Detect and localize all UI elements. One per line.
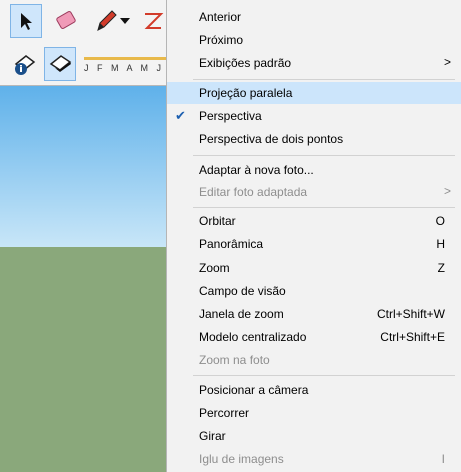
sky (0, 86, 166, 247)
menu-item-label: Próximo (199, 33, 244, 47)
display-shadows-button[interactable] (44, 47, 76, 81)
menu-item-iglu-de-imagens: Iglu de imagens I (167, 448, 461, 470)
menu-item-label: Orbitar (199, 214, 236, 228)
checkmark-icon: ✔ (175, 108, 186, 123)
select-tool-button[interactable] (10, 4, 42, 38)
menu-separator (193, 375, 455, 376)
menu-item-percorrer[interactable]: Percorrer (167, 402, 461, 424)
menu-item-girar[interactable]: Girar (167, 425, 461, 447)
menu-item-modelo-centralizado[interactable]: Modelo centralizado Ctrl+Shift+E (167, 326, 461, 348)
menu-item-label: Adaptar à nova foto... (199, 163, 314, 177)
menu-item-perspectiva[interactable]: ✔ Perspectiva (167, 105, 461, 127)
shadow-month-slider[interactable]: J F M A M J J (84, 57, 174, 85)
menu-item-campo-de-visao[interactable]: Campo de visão (167, 280, 461, 302)
menu-item-shortcut: H (436, 237, 445, 251)
menu-item-janela-de-zoom[interactable]: Janela de zoom Ctrl+Shift+W (167, 303, 461, 325)
menu-item-shortcut: O (435, 214, 445, 228)
shape-tool-button[interactable] (140, 4, 166, 38)
menu-item-label: Modelo centralizado (199, 330, 307, 344)
menu-separator (193, 79, 455, 80)
menu-item-label: Exibições padrão (199, 56, 292, 70)
menu-item-perspectiva-dois-pontos[interactable]: Perspectiva de dois pontos (167, 128, 461, 150)
menu-item-zoom-na-foto: Zoom na foto (167, 349, 461, 371)
menu-item-label: Percorrer (199, 406, 250, 420)
menu-item-label: Posicionar a câmera (199, 383, 309, 397)
menu-item-label: Zoom (199, 261, 230, 275)
dropdown-arrow-icon (120, 18, 130, 24)
ground (0, 247, 166, 472)
menu-item-zoom[interactable]: Zoom Z (167, 257, 461, 279)
menu-item-orbitar[interactable]: Orbitar O (167, 210, 461, 232)
menu-item-posicionar-camera[interactable]: Posicionar a câmera (167, 379, 461, 401)
menu-item-exibicoes-padrao[interactable]: Exibições padrão > (167, 52, 461, 74)
menu-item-label: Girar (199, 429, 226, 443)
draw-tools-dropdown[interactable] (116, 4, 134, 38)
menu-item-label: Janela de zoom (199, 307, 284, 321)
toolbar-shadows: J F M A M J J (0, 43, 174, 86)
menu-item-anterior[interactable]: Anterior (167, 6, 461, 28)
submenu-arrow-icon: > (443, 184, 451, 198)
camera-menu: Anterior Próximo Exibições padrão > Proj… (166, 0, 461, 472)
shadow-icon (49, 55, 72, 72)
menu-item-editar-foto-adaptada: Editar foto adaptada > (167, 181, 461, 203)
eraser-tool-button[interactable] (50, 4, 82, 38)
menu-item-label: Iglu de imagens (199, 452, 284, 466)
menu-item-label: Editar foto adaptada (199, 185, 308, 199)
eraser-icon (56, 11, 76, 29)
shape-icon (144, 13, 164, 29)
submenu-arrow-icon: > (443, 55, 451, 69)
menu-item-adaptar-nova-foto[interactable]: Adaptar à nova foto... (167, 159, 461, 181)
select-arrow-icon (21, 13, 32, 30)
menu-item-label: Perspectiva (199, 109, 262, 123)
menu-separator (193, 155, 455, 156)
menu-item-proximo[interactable]: Próximo (167, 29, 461, 51)
menu-item-shortcut: Z (437, 261, 445, 275)
menu-item-panoramica[interactable]: Panorâmica H (167, 233, 461, 255)
menu-item-shortcut: Ctrl+Shift+E (380, 330, 445, 344)
shadow-info-button[interactable] (8, 47, 40, 81)
menu-item-label: Panorâmica (199, 237, 264, 251)
menu-item-label: Campo de visão (199, 284, 286, 298)
menu-item-label: Zoom na foto (199, 353, 270, 367)
menu-item-label: Projeção paralela (199, 86, 293, 100)
menu-item-shortcut: I (441, 452, 445, 466)
model-viewport[interactable] (0, 86, 167, 472)
menu-item-projecao-paralela[interactable]: Projeção paralela (167, 82, 461, 104)
menu-separator (193, 207, 455, 208)
toolbar-top (0, 0, 170, 44)
menu-item-label: Anterior (199, 10, 242, 24)
info-icon (14, 55, 36, 75)
menu-item-label: Perspectiva de dois pontos (199, 132, 344, 146)
menu-item-shortcut: Ctrl+Shift+W (376, 307, 445, 321)
